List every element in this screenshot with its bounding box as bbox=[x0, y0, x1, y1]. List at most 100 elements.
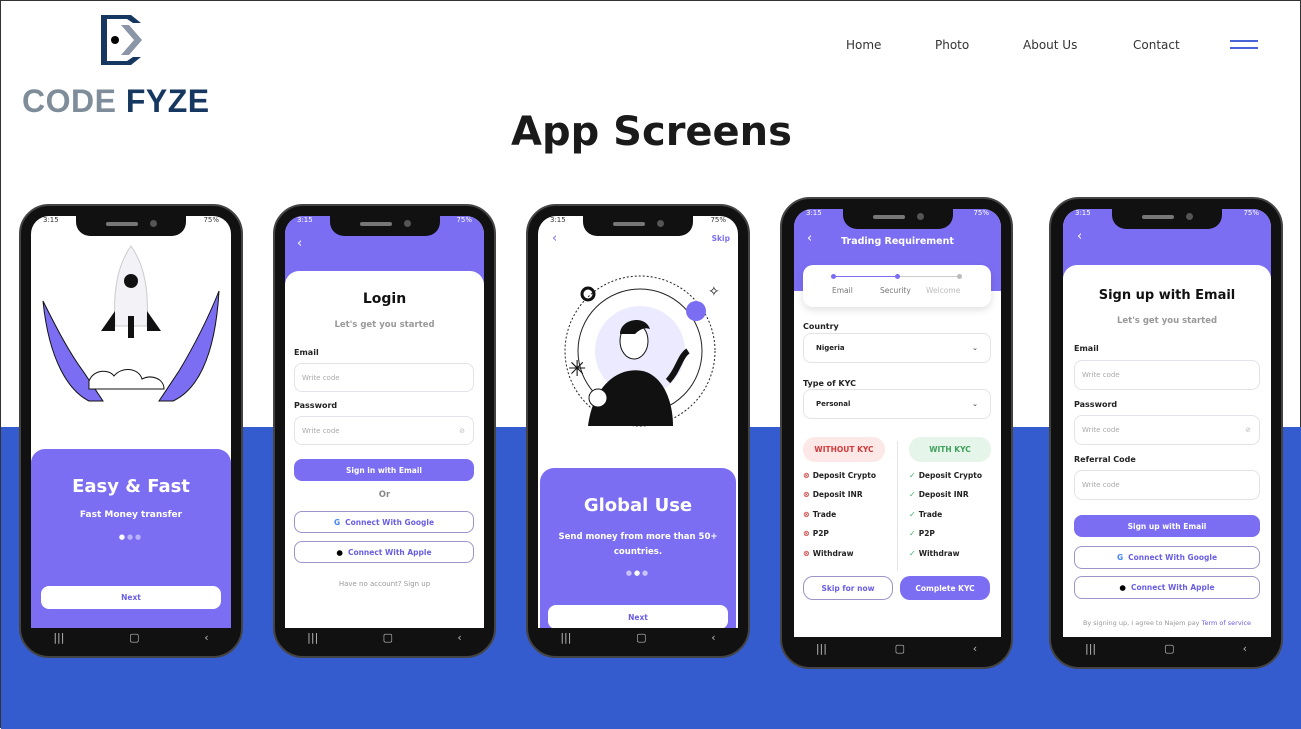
back-icon[interactable]: ‹ bbox=[204, 631, 208, 644]
chevron-down-icon: ⌄ bbox=[972, 344, 978, 352]
back-arrow-icon[interactable]: ‹ bbox=[552, 231, 557, 246]
status-battery: 75% bbox=[973, 209, 989, 217]
page-title: App Screens bbox=[511, 109, 792, 155]
home-icon[interactable]: ▢ bbox=[1164, 642, 1174, 655]
without-kyc-feature: ⊗ P2P bbox=[803, 529, 829, 538]
connect-apple-button[interactable]: ● Connect With Apple bbox=[294, 541, 474, 563]
phone-onboarding-easy-fast: 3:15 75% Easy & Fast Fast Money transfer… bbox=[19, 204, 243, 658]
google-icon: G bbox=[333, 517, 341, 527]
password-input[interactable]: Write code ⊘ bbox=[294, 416, 474, 445]
step-email: Email bbox=[832, 286, 853, 295]
recents-icon[interactable]: ||| bbox=[1085, 642, 1096, 655]
signup-link[interactable]: Have no account? Sign up bbox=[285, 580, 484, 588]
login-title: Login bbox=[362, 291, 407, 307]
eye-off-icon[interactable]: ⊘ bbox=[1245, 426, 1251, 434]
signup-subtitle: Let's get you started bbox=[1116, 316, 1218, 326]
password-label: Password bbox=[294, 401, 338, 410]
phone-notch bbox=[583, 216, 693, 236]
svg-text:✳: ✳ bbox=[568, 357, 586, 382]
x-circle-icon: ⊗ bbox=[803, 529, 810, 538]
back-icon[interactable]: ‹ bbox=[457, 631, 461, 644]
android-nav-bar: ||| ▢ ‹ bbox=[528, 631, 748, 644]
kyc-type-label: Type of KYC bbox=[803, 379, 856, 388]
terms-link[interactable]: Term of service bbox=[1202, 619, 1251, 627]
recents-icon[interactable]: ||| bbox=[307, 631, 318, 644]
sign-in-email-button[interactable]: Sign in with Email bbox=[294, 459, 474, 481]
status-time: 3:15 bbox=[43, 216, 59, 224]
next-button[interactable]: Next bbox=[41, 586, 221, 609]
with-kyc-feature: ✓ P2P bbox=[909, 529, 935, 538]
email-input[interactable]: Write code bbox=[1074, 360, 1260, 390]
email-label: Email bbox=[1074, 344, 1099, 353]
google-icon: G bbox=[1116, 553, 1124, 562]
status-battery: 75% bbox=[1243, 209, 1259, 217]
home-icon[interactable]: ▢ bbox=[129, 631, 139, 644]
back-icon[interactable]: ‹ bbox=[1243, 642, 1247, 655]
check-circle-icon: ✓ bbox=[909, 549, 916, 558]
onboarding-title: Global Use bbox=[583, 495, 693, 516]
hamburger-menu-icon[interactable] bbox=[1230, 40, 1258, 49]
referral-input[interactable]: Write code bbox=[1074, 470, 1260, 500]
recents-icon[interactable]: ||| bbox=[53, 631, 64, 644]
screen-title: Trading Requirement bbox=[841, 236, 954, 247]
android-nav-bar: ||| ▢ ‹ bbox=[21, 631, 241, 644]
with-kyc-badge: WITH KYC bbox=[909, 437, 991, 462]
progress-stepper: Email Security Welcome bbox=[803, 265, 991, 307]
with-kyc-feature: ✓ Withdraw bbox=[909, 549, 960, 558]
phone-notch bbox=[329, 216, 440, 236]
without-kyc-badge: WITHOUT KYC bbox=[803, 437, 885, 462]
phone-onboarding-global-use: 3:15 75% ‹ Skip ✳ ✧ Global Use Send mone… bbox=[526, 204, 750, 658]
recents-icon[interactable]: ||| bbox=[560, 631, 571, 644]
nav-contact[interactable]: Contact bbox=[1133, 38, 1180, 52]
password-input[interactable]: Write code ⊘ bbox=[1074, 415, 1260, 445]
referral-label: Referral Code bbox=[1074, 455, 1136, 464]
back-arrow-icon[interactable]: ‹ bbox=[1077, 229, 1082, 244]
without-kyc-feature: ⊗ Withdraw bbox=[803, 549, 854, 558]
phone-notch bbox=[76, 216, 186, 236]
back-icon[interactable]: ‹ bbox=[973, 642, 977, 655]
nav-about-us[interactable]: About Us bbox=[1023, 38, 1077, 52]
code-fyze-logo-icon bbox=[101, 15, 142, 65]
next-button[interactable]: Next bbox=[548, 605, 728, 628]
phone-trading-requirement: 3:15 75% ‹ Trading Requirement Email Sec… bbox=[780, 197, 1013, 669]
home-icon[interactable]: ▢ bbox=[895, 642, 905, 655]
connect-google-button[interactable]: G Connect With Google bbox=[1074, 546, 1260, 569]
status-time: 3:15 bbox=[297, 216, 313, 224]
skip-link[interactable]: Skip bbox=[712, 234, 730, 243]
back-arrow-icon[interactable]: ‹ bbox=[297, 236, 302, 251]
nav-photo[interactable]: Photo bbox=[935, 38, 969, 52]
with-kyc-feature: ✓ Trade bbox=[909, 510, 943, 519]
check-circle-icon: ✓ bbox=[909, 490, 916, 499]
email-input[interactable]: Write code bbox=[294, 363, 474, 392]
recents-icon[interactable]: ||| bbox=[816, 642, 827, 655]
back-icon[interactable]: ‹ bbox=[711, 631, 715, 644]
onboarding-title: Easy & Fast bbox=[72, 476, 190, 497]
rocket-illustration bbox=[42, 245, 220, 402]
android-nav-bar: ||| ▢ ‹ bbox=[782, 642, 1011, 655]
connect-apple-button[interactable]: ● Connect With Apple bbox=[1074, 576, 1260, 599]
android-nav-bar: ||| ▢ ‹ bbox=[1051, 642, 1281, 655]
country-label: Country bbox=[803, 322, 839, 331]
page-indicator: ●●● bbox=[625, 569, 651, 577]
sign-up-email-button[interactable]: Sign up with Email bbox=[1074, 515, 1260, 537]
connect-google-button[interactable]: G Connect With Google bbox=[294, 511, 474, 533]
password-label: Password bbox=[1074, 400, 1118, 409]
phone-notch bbox=[842, 209, 953, 229]
kyc-type-select[interactable]: Personal ⌄ bbox=[803, 389, 991, 419]
status-time: 3:15 bbox=[1075, 209, 1091, 217]
status-battery: 75% bbox=[203, 216, 219, 224]
home-icon[interactable]: ▢ bbox=[383, 631, 393, 644]
email-label: Email bbox=[294, 348, 319, 357]
status-time: 3:15 bbox=[550, 216, 566, 224]
android-nav-bar: ||| ▢ ‹ bbox=[275, 631, 494, 644]
terms-text: By signing up, I agree to Najem pay Term… bbox=[1082, 619, 1252, 627]
complete-kyc-button[interactable]: Complete KYC bbox=[900, 576, 990, 600]
skip-for-now-button[interactable]: Skip for now bbox=[803, 576, 893, 600]
check-circle-icon: ✓ bbox=[909, 529, 916, 538]
home-icon[interactable]: ▢ bbox=[636, 631, 646, 644]
nav-home[interactable]: Home bbox=[846, 38, 881, 52]
status-battery: 75% bbox=[456, 216, 472, 224]
country-select[interactable]: Nigeria ⌄ bbox=[803, 333, 991, 363]
eye-off-icon[interactable]: ⊘ bbox=[459, 427, 465, 435]
or-divider: Or bbox=[378, 490, 391, 500]
